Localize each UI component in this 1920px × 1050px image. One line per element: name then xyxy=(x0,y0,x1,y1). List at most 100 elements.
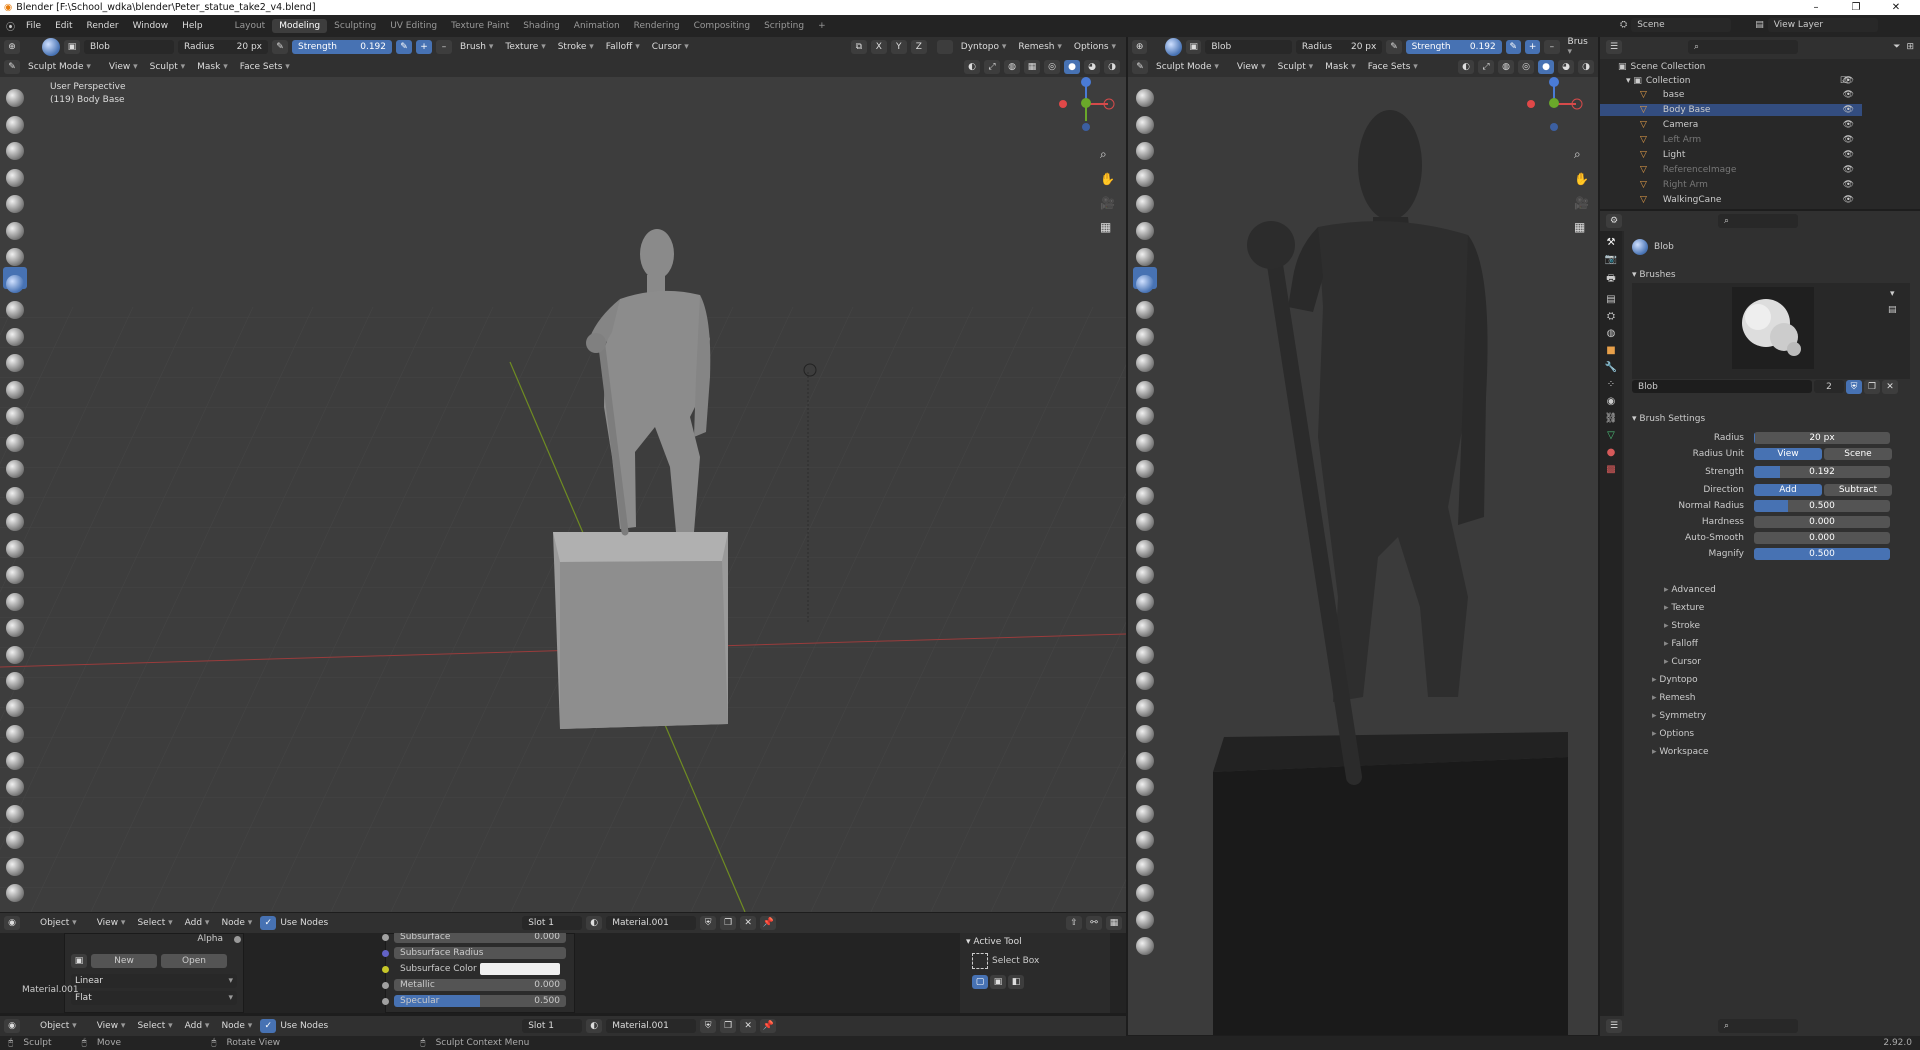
world-tab-icon[interactable]: ◍ xyxy=(1607,328,1616,339)
mode-dropdown[interactable]: Sculpt Mode xyxy=(24,62,95,72)
brush-browse-icon[interactable]: ▣ xyxy=(64,40,80,54)
sculpt-tool-icon[interactable] xyxy=(6,115,24,134)
sculpt-tool-icon[interactable] xyxy=(6,274,24,293)
tab-uv-editing[interactable]: UV Editing xyxy=(383,19,444,33)
input-socket[interactable] xyxy=(382,981,389,989)
sculpt-tool-icon[interactable] xyxy=(1136,778,1154,796)
material-field[interactable]: Material.001 xyxy=(606,916,697,930)
sculpt-tool-icon[interactable] xyxy=(1136,804,1154,823)
outliner-item[interactable]: ▽ Camera 👁 xyxy=(1600,119,1862,131)
outliner-item[interactable]: ▽ ReferenceImage 👁 xyxy=(1600,164,1862,176)
object-tab-icon[interactable]: ■ xyxy=(1606,345,1615,356)
overlay-icon-2[interactable]: ◍ xyxy=(1498,60,1514,74)
select-box-icon[interactable] xyxy=(972,953,988,969)
camera-view-icon-2[interactable]: 🎥 xyxy=(1574,196,1589,210)
sculpt-tool-icon[interactable] xyxy=(1136,937,1154,955)
xray-icon[interactable]: ▦ xyxy=(1024,60,1040,74)
sculpt-tool-icon[interactable] xyxy=(1136,168,1154,187)
fake-user-icon-3[interactable]: ⛨ xyxy=(700,1019,717,1033)
sculpt-tool-icon[interactable] xyxy=(1136,248,1154,266)
projection-dropdown[interactable]: Flat xyxy=(71,991,237,1005)
socket-field[interactable]: Specular 0.500 xyxy=(394,995,566,1007)
slot-dropdown[interactable]: Slot 1 xyxy=(522,916,583,930)
perspective-grid-icon-2[interactable]: ▦ xyxy=(1574,220,1589,234)
tab-layout[interactable]: Layout xyxy=(228,19,273,33)
sculpt-tool-icon[interactable] xyxy=(6,513,24,531)
fake-user-icon[interactable]: ⛨ xyxy=(1846,379,1862,394)
snap-icon[interactable]: ⚯ xyxy=(1086,916,1102,930)
node-menu-add[interactable]: Add xyxy=(181,918,214,928)
sculpt-tool-icon[interactable] xyxy=(1136,592,1154,611)
alpha-socket[interactable] xyxy=(234,936,241,943)
material-tab-icon[interactable]: ● xyxy=(1607,447,1616,458)
tab-animation[interactable]: Animation xyxy=(567,19,627,33)
properties-search[interactable]: ⌕ xyxy=(1718,214,1798,228)
node-menu-view-2[interactable]: View xyxy=(93,1021,130,1031)
node-editor-type-icon-2[interactable]: ◉ xyxy=(4,1019,20,1033)
direction-subtract-icon-2[interactable]: – xyxy=(1544,40,1560,54)
node-menu-select[interactable]: Select xyxy=(133,918,176,928)
strength-field-2[interactable]: 0.192 xyxy=(1470,42,1496,52)
gizmo-icon-2[interactable]: ⤢ xyxy=(1478,60,1494,74)
socket-field[interactable]: Metallic 0.000 xyxy=(394,979,566,991)
left-viewport[interactable]: User Perspective (119) Body Base ⌕ ✋ 🎥 ▦ xyxy=(0,77,1126,912)
particles-tab-icon[interactable]: ⁘ xyxy=(1607,379,1615,390)
sculpt-tool-icon[interactable] xyxy=(1136,619,1154,637)
radius-slider[interactable]: 20 px xyxy=(1754,431,1890,444)
slot-dropdown-2[interactable]: Slot 1 xyxy=(522,1019,583,1033)
menu-render[interactable]: Render xyxy=(80,21,126,31)
use-nodes-checkbox-2[interactable]: ✓ xyxy=(260,1019,277,1033)
tool-tab-icon[interactable]: ⚒ xyxy=(1607,237,1616,248)
sculpt-tool-icon[interactable] xyxy=(1136,195,1154,213)
sculpt-tool-icon[interactable] xyxy=(1136,698,1154,717)
sculpt-tool-icon[interactable] xyxy=(1136,486,1154,505)
sculpt-tool-icon[interactable] xyxy=(1136,857,1154,876)
input-socket[interactable] xyxy=(382,965,389,973)
select-mode-new-icon[interactable]: ▢ xyxy=(972,975,988,989)
node-editor-canvas[interactable]: Alpha ▣ New Open Linear Flat Material.00… xyxy=(0,933,1126,1013)
outliner-item[interactable]: ▽ Body Base 👁 xyxy=(1600,104,1862,116)
strength-pressure-icon-2[interactable]: ✎ xyxy=(1505,40,1521,54)
image-browse-icon[interactable]: ▣ xyxy=(71,954,87,968)
outliner-editor-icon[interactable]: ☰ xyxy=(1606,40,1622,54)
render-tab-icon[interactable]: 📷 xyxy=(1605,254,1617,265)
socket-field[interactable]: Subsurface Radius xyxy=(394,947,566,959)
sculpt-tool-icon[interactable] xyxy=(1136,645,1154,664)
sculpt-tool-icon[interactable] xyxy=(6,168,24,187)
maximize-icon[interactable]: ❐ xyxy=(1836,0,1876,15)
brushes-panel-header[interactable]: ▾ Brushes xyxy=(1632,270,1676,280)
node-menu-select-2[interactable]: Select xyxy=(133,1021,176,1031)
sculpt-tool-icon[interactable] xyxy=(6,672,24,690)
sculpt-tool-icon[interactable] xyxy=(1136,539,1154,558)
dyntopo-menu[interactable]: Dyntopo xyxy=(957,42,1011,52)
tab-rendering[interactable]: Rendering xyxy=(627,19,687,33)
navigation-gizmo[interactable] xyxy=(1050,77,1120,139)
sculpt-tool-icon[interactable] xyxy=(6,751,24,770)
menu-window[interactable]: Window xyxy=(126,21,176,31)
tab-texture-paint[interactable]: Texture Paint xyxy=(444,19,516,33)
sculpt-tool-icon[interactable] xyxy=(6,619,24,637)
visibility-icon-2[interactable]: ◐ xyxy=(1458,60,1474,74)
pin-icon-2[interactable]: 📌 xyxy=(760,1019,777,1033)
color-swatch[interactable] xyxy=(479,963,560,975)
symmetry-icon[interactable]: ⧉ xyxy=(850,40,867,54)
view-layer-field[interactable]: View Layer xyxy=(1767,18,1878,32)
stroke-menu[interactable]: Stroke xyxy=(554,42,598,52)
perspective-grid-icon[interactable]: ▦ xyxy=(1100,220,1115,234)
sculpt-tool-icon[interactable] xyxy=(6,539,24,558)
active-tool-header[interactable]: ▾ Active Tool xyxy=(966,937,1022,947)
sculpt-tool-icon[interactable] xyxy=(1136,142,1154,160)
sculpt-tool-icon[interactable] xyxy=(1136,513,1154,531)
shading-rendered-icon-2[interactable]: ◑ xyxy=(1578,60,1594,74)
collection-eye-icon[interactable]: 👁 xyxy=(1843,76,1854,86)
tab-shading[interactable]: Shading xyxy=(516,19,567,33)
unlink-material-icon[interactable]: ✕ xyxy=(740,916,757,930)
visibility-eye-icon[interactable]: 👁 xyxy=(1843,135,1854,145)
magnify-slider[interactable]: 0.500 xyxy=(1754,547,1890,560)
subpanel-falloff[interactable]: Falloff xyxy=(1664,639,1698,649)
scene-field[interactable]: Scene xyxy=(1631,18,1732,32)
socket-field[interactable]: Subsurface Color xyxy=(394,963,566,975)
falloff-menu[interactable]: Falloff xyxy=(602,42,644,52)
visibility-eye-icon[interactable]: 👁 xyxy=(1843,165,1854,175)
radius-unit-option-2[interactable]: Scene xyxy=(1824,447,1892,460)
